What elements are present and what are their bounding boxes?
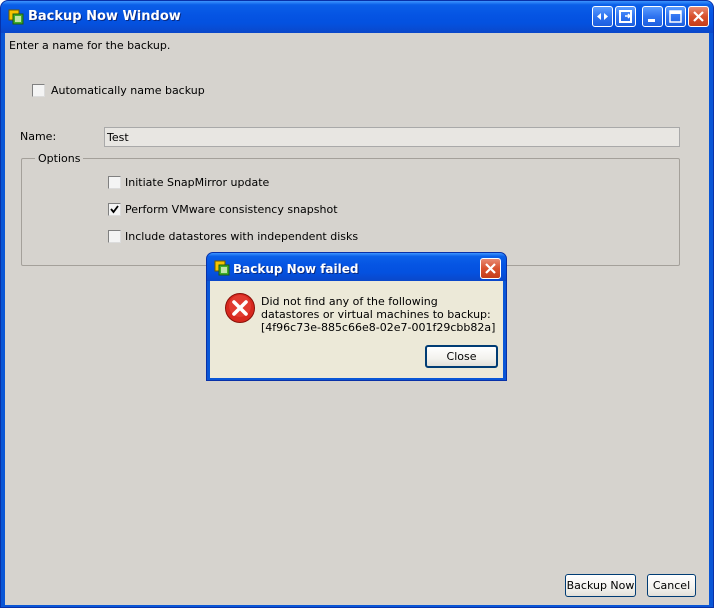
name-input[interactable]: Test <box>104 127 680 147</box>
maximize-button[interactable] <box>665 6 686 27</box>
window-title: Backup Now Window <box>28 9 181 24</box>
vsphere-app-icon <box>8 9 24 25</box>
checkmark-icon <box>110 205 119 214</box>
export-button[interactable] <box>615 6 636 27</box>
maximize-icon <box>669 10 682 23</box>
title-bar[interactable]: Backup Now Window <box>1 1 713 33</box>
independent-disks-checkbox[interactable] <box>108 230 121 243</box>
dialog-close-button[interactable]: Close <box>425 345 498 368</box>
dialog-close-x-button[interactable] <box>480 258 501 279</box>
close-icon <box>693 11 704 22</box>
close-icon <box>485 263 496 274</box>
snapmirror-label: Initiate SnapMirror update <box>125 176 270 189</box>
vmware-snapshot-checkbox[interactable] <box>108 203 121 216</box>
instruction-text: Enter a name for the backup. <box>9 39 171 52</box>
dialog-message: Did not find any of the following datast… <box>261 295 496 334</box>
dialog-body: Did not find any of the following datast… <box>210 281 503 378</box>
independent-disks-label: Include datastores with independent disk… <box>125 230 359 243</box>
name-label: Name: <box>20 130 57 143</box>
export-icon <box>619 10 632 23</box>
restore-arrows-button[interactable] <box>592 6 613 27</box>
minimize-button[interactable] <box>642 6 663 27</box>
dialog-title-bar[interactable]: Backup Now failed <box>207 253 506 281</box>
arrows-icon <box>597 13 608 20</box>
vmware-snapshot-label: Perform VMware consistency snapshot <box>125 203 338 216</box>
minimize-icon <box>648 19 655 22</box>
vsphere-app-icon <box>214 260 230 276</box>
dialog-title: Backup Now failed <box>233 262 359 276</box>
auto-name-label: Automatically name backup <box>51 84 205 97</box>
backup-failed-dialog: Backup Now failed Did not find any of th… <box>206 252 507 381</box>
error-icon <box>225 293 255 323</box>
close-window-button[interactable] <box>688 6 709 27</box>
backup-now-button[interactable]: Backup Now <box>565 574 636 597</box>
auto-name-checkbox[interactable] <box>32 84 45 97</box>
options-legend: Options <box>35 152 84 165</box>
cancel-button[interactable]: Cancel <box>647 574 696 597</box>
snapmirror-checkbox[interactable] <box>108 176 121 189</box>
